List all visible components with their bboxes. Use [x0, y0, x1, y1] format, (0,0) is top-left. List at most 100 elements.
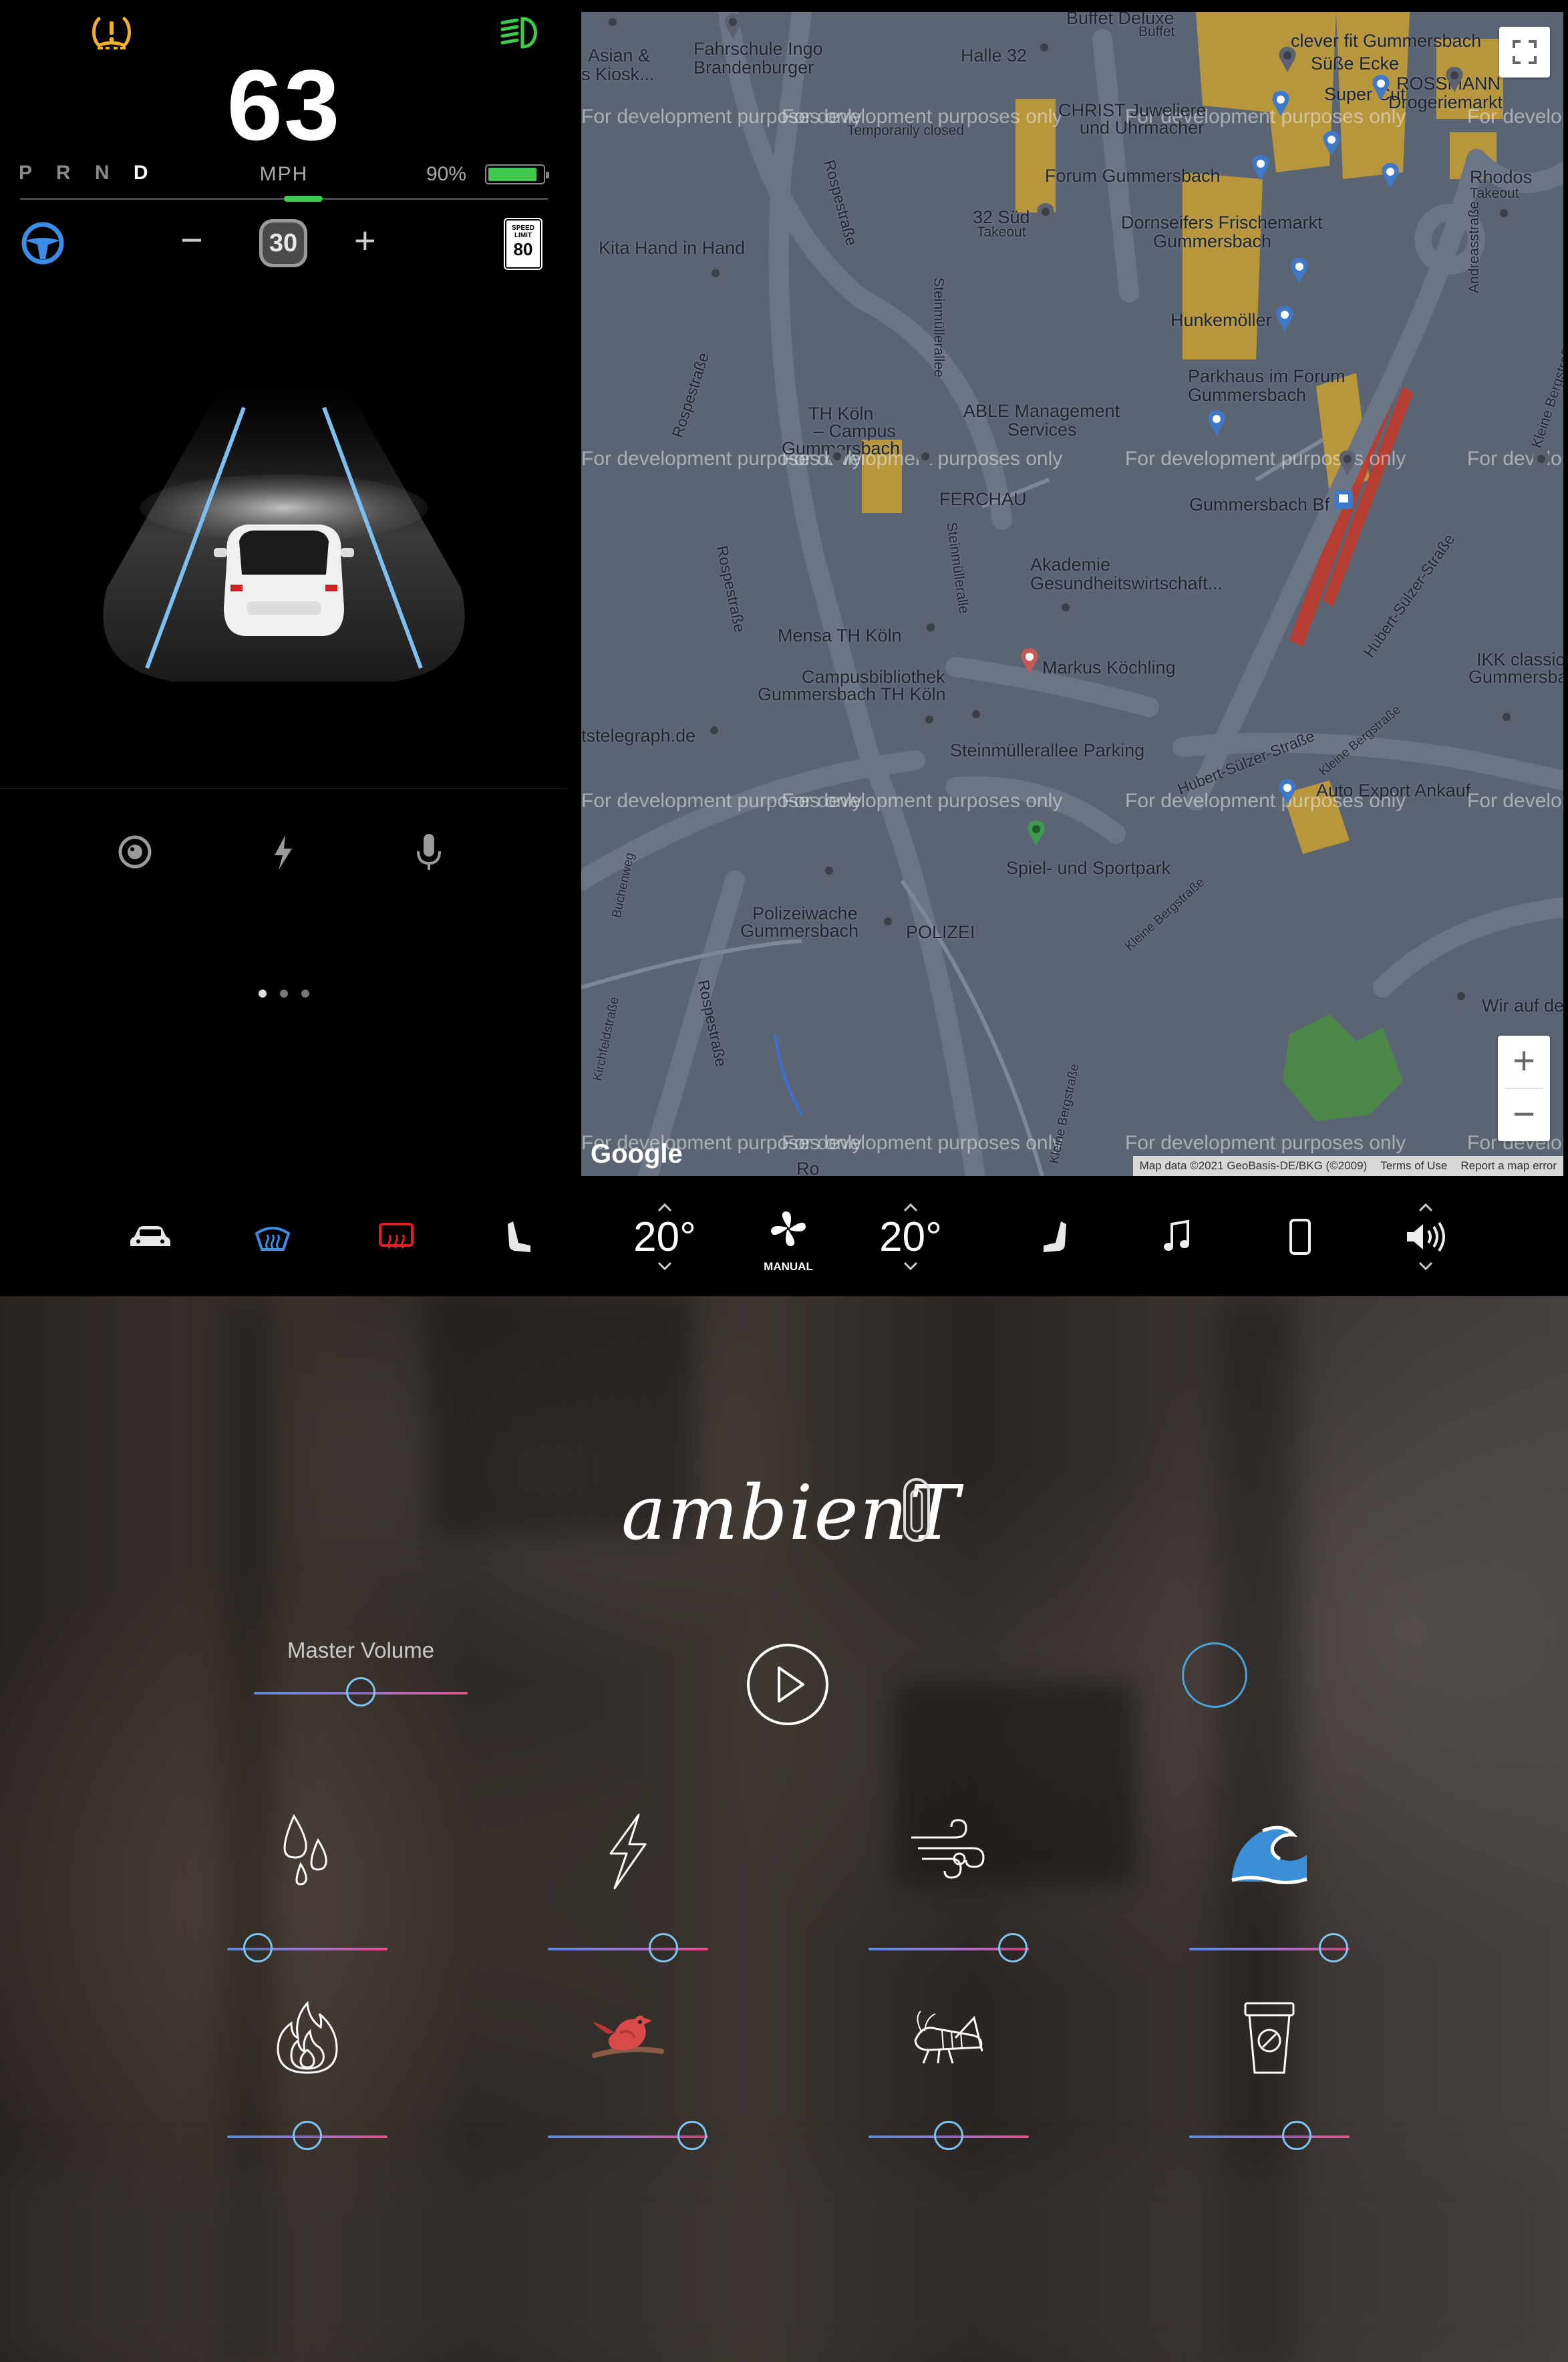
shopping-pin-icon[interactable]: [1273, 305, 1296, 333]
map-label[interactable]: clever fit Gummersbach: [1291, 31, 1481, 51]
thunder-volume-thumb[interactable]: [648, 1933, 678, 1962]
shopping-pin-icon[interactable]: [1288, 257, 1311, 285]
chevron-down-icon[interactable]: [1418, 1262, 1434, 1271]
map-label[interactable]: Rhodos: [1470, 167, 1532, 188]
fire-volume-slider[interactable]: [227, 2121, 387, 2150]
thunder-volume-slider[interactable]: [548, 1933, 708, 1962]
map-label[interactable]: Steinmüllerallee Parking: [950, 740, 1144, 761]
map-pin-icon[interactable]: [1054, 597, 1077, 625]
map-view[interactable]: For development purposes only For develo…: [581, 12, 1563, 1176]
map-label[interactable]: FERCHAU: [939, 489, 1027, 510]
map-pin-icon[interactable]: [722, 12, 744, 40]
chevron-up-icon[interactable]: [657, 1203, 673, 1212]
cruise-increase-button[interactable]: +: [354, 220, 376, 261]
cruise-decrease-button[interactable]: −: [180, 220, 203, 261]
crickets-volume-slider[interactable]: [869, 2121, 1029, 2150]
shopping-pin-icon[interactable]: [1276, 778, 1299, 806]
terms-link[interactable]: Terms of Use: [1374, 1159, 1454, 1173]
map-label[interactable]: Super Cut: [1324, 84, 1406, 105]
shopping-pin-icon[interactable]: [1370, 73, 1392, 102]
master-volume-thumb[interactable]: [346, 1677, 375, 1707]
map-pin-icon[interactable]: [601, 12, 624, 40]
rain-drops-icon[interactable]: [267, 1811, 347, 1891]
zoom-out-button[interactable]: −: [1498, 1089, 1550, 1141]
coffee-volume-thumb[interactable]: [1281, 2121, 1311, 2150]
map-label[interactable]: Akademie: [1030, 555, 1110, 575]
map-label[interactable]: Brandenburger: [693, 57, 814, 78]
autopilot-steering-icon[interactable]: [20, 220, 65, 266]
map-label[interactable]: Takeout: [977, 225, 1026, 241]
coffee-cup-icon[interactable]: [1229, 1998, 1309, 2078]
restaurant-pin-icon[interactable]: [1493, 203, 1515, 231]
birds-volume-thumb[interactable]: [677, 2121, 707, 2150]
map-pin-icon[interactable]: [704, 263, 727, 291]
map-label[interactable]: Mensa TH Köln: [778, 625, 902, 646]
chevron-down-icon[interactable]: [657, 1262, 673, 1271]
timer-button[interactable]: [1182, 1642, 1247, 1708]
park-pin-icon[interactable]: [1025, 819, 1048, 847]
map-label[interactable]: Parkhaus im Forum: [1188, 366, 1346, 387]
map-pin-icon[interactable]: [918, 710, 941, 738]
map-label[interactable]: Services: [1007, 420, 1077, 440]
health-pin-icon[interactable]: [1018, 647, 1041, 675]
map-label[interactable]: Kita Hand in Hand: [599, 238, 745, 259]
waves-volume-slider[interactable]: [1189, 1933, 1350, 1962]
shopping-pin-icon[interactable]: [1320, 130, 1343, 158]
cricket-icon[interactable]: [909, 1998, 989, 2078]
map-pin-icon[interactable]: [826, 446, 848, 474]
map-pin-icon[interactable]: [1530, 449, 1553, 477]
phone-button[interactable]: [1280, 1177, 1320, 1296]
shopping-pin-icon[interactable]: [1249, 154, 1272, 182]
map-pin-icon[interactable]: [1450, 986, 1472, 1014]
train-station-icon[interactable]: [1332, 486, 1355, 514]
map-label[interactable]: Fahrschule Ingo: [693, 39, 823, 59]
volume-control[interactable]: [1399, 1177, 1452, 1296]
birds-volume-slider[interactable]: [548, 2121, 708, 2150]
waves-volume-thumb[interactable]: [1319, 1933, 1348, 1962]
map-label[interactable]: Temporarily closed: [847, 123, 964, 139]
map-label[interactable]: POLIZEI: [906, 922, 975, 943]
map-label[interactable]: Spiel- und Sportpark: [1006, 858, 1170, 879]
wind-volume-thumb[interactable]: [998, 1933, 1028, 1962]
chevron-up-icon[interactable]: [903, 1203, 919, 1212]
map-pin-icon[interactable]: [914, 446, 937, 474]
map-label[interactable]: Hunkemöller: [1170, 310, 1272, 331]
map-label[interactable]: ABLE Management: [963, 401, 1120, 422]
zoom-in-button[interactable]: +: [1498, 1036, 1550, 1088]
map-label[interactable]: tstelegraph.de: [581, 726, 695, 746]
left-seat-heater-button[interactable]: [500, 1177, 540, 1296]
map-label[interactable]: Dornseifers Frischemarkt: [1121, 212, 1323, 233]
rain-volume-thumb[interactable]: [243, 1933, 273, 1962]
map-label[interactable]: Halle 32: [961, 45, 1027, 66]
map-label[interactable]: Wir auf de: [1482, 996, 1563, 1016]
right-seat-heater-button[interactable]: [1034, 1177, 1074, 1296]
page-dot[interactable]: [301, 990, 309, 998]
map-pin-icon[interactable]: [919, 617, 942, 645]
map-label[interactable]: Markus Köchling: [1042, 657, 1176, 678]
wave-icon[interactable]: [1229, 1811, 1309, 1891]
police-pin-icon[interactable]: [877, 911, 899, 939]
map-pin-icon[interactable]: [1276, 45, 1299, 73]
map-pin-icon[interactable]: [818, 861, 840, 889]
microphone-icon[interactable]: [409, 829, 449, 875]
map-label[interactable]: Takeout: [1470, 186, 1519, 202]
map-label[interactable]: Auto Export Ankauf: [1316, 780, 1470, 801]
shopping-pin-icon[interactable]: [1379, 162, 1402, 190]
page-dot[interactable]: [259, 990, 267, 998]
map-pin-icon[interactable]: [1495, 707, 1518, 735]
restaurant-pin-icon[interactable]: [1034, 202, 1057, 230]
wind-icon[interactable]: [909, 1811, 989, 1891]
left-temperature[interactable]: 20°: [621, 1177, 708, 1296]
fire-icon[interactable]: [267, 1998, 347, 2078]
bolt-icon[interactable]: [263, 829, 303, 875]
report-error-link[interactable]: Report a map error: [1454, 1159, 1563, 1173]
map-label[interactable]: Süße Ecke: [1311, 53, 1399, 74]
map-label[interactable]: Gummersbach: [1468, 667, 1563, 688]
lightning-icon[interactable]: [588, 1811, 668, 1891]
map-label[interactable]: Buffet: [1138, 24, 1175, 40]
cruise-speed-badge[interactable]: 30: [259, 219, 307, 267]
map-label[interactable]: Gummersbach TH Köln: [758, 684, 946, 705]
parking-pin-icon[interactable]: [1205, 409, 1228, 437]
shopping-pin-icon[interactable]: [1269, 90, 1292, 118]
map-label[interactable]: Forum Gummersbach: [1045, 166, 1221, 186]
